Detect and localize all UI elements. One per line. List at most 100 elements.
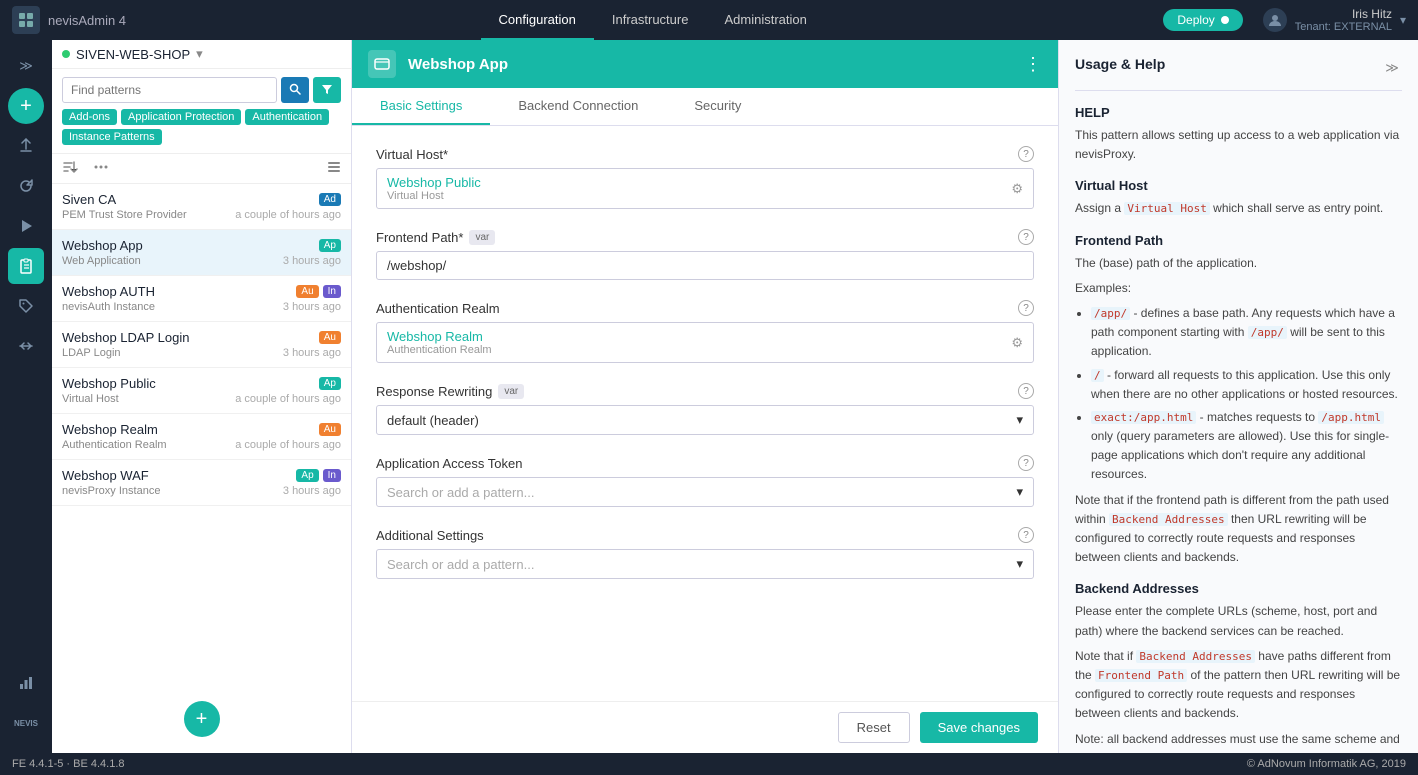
pattern-time: 3 hours ago [283,347,341,359]
auth-realm-gear-icon[interactable]: ⚙ [1011,335,1023,351]
frontend-path-label: Frontend Path* [376,230,463,245]
patterns-search [62,77,341,103]
tab-basic-settings[interactable]: Basic Settings [352,88,490,125]
auth-realm-link[interactable]: Webshop Realm [387,329,483,344]
nav-tab-configuration[interactable]: Configuration [481,0,594,40]
response-rewriting-select[interactable]: default (header) ▾ [376,405,1034,435]
help-frontend-path-content: The (base) path of the application. [1075,254,1402,273]
help-expand-button[interactable]: ≫ [1382,58,1402,78]
pattern-name: Webshop Public [62,376,156,391]
pattern-badge-in: In [323,469,341,482]
pattern-time: a couple of hours ago [235,209,341,221]
tab-security[interactable]: Security [666,88,769,125]
deploy-label: Deploy [1177,13,1214,27]
list-item[interactable]: Webshop LDAP Login Au LDAP Login 3 hours… [52,322,351,368]
var-badge-2: var [498,384,524,399]
nav-tabs: Configuration Infrastructure Administrat… [162,0,1143,40]
top-nav: nevisAdmin 4 Configuration Infrastructur… [0,0,1418,40]
nav-tab-administration[interactable]: Administration [706,0,824,40]
dropdown-chevron-icon: ▾ [1016,412,1023,428]
response-rewriting-label: Response Rewriting [376,384,492,399]
auth-realm-help-icon[interactable]: ? [1018,300,1034,316]
pattern-name: Webshop WAF [62,468,149,483]
virtual-host-label: Virtual Host* [376,147,448,162]
additional-settings-select[interactable]: Search or add a pattern... ▾ [376,549,1034,579]
pattern-badge-au: Au [319,331,341,344]
upload-icon[interactable] [8,128,44,164]
add-pattern-button[interactable]: + [184,701,220,737]
tag-addons[interactable]: Add-ons [62,109,117,125]
virtual-host-help-icon[interactable]: ? [1018,146,1034,162]
auth-realm-label: Authentication Realm [376,301,500,316]
chart-icon[interactable] [8,665,44,701]
virtual-host-field: Virtual Host* ? Webshop Public Virtual H… [376,146,1034,209]
list-view-icon[interactable] [327,160,341,177]
patterns-toolbar [52,154,351,184]
access-token-help-icon[interactable]: ? [1018,455,1034,471]
sort-icon[interactable] [62,159,78,178]
dropdown-chevron-icon-3: ▾ [1016,556,1023,572]
deploy-button[interactable]: Deploy [1163,9,1242,31]
frontend-path-help-icon[interactable]: ? [1018,229,1034,245]
help-section-title: HELP [1075,105,1402,120]
user-dropdown-icon[interactable]: ▾ [1400,13,1406,27]
patterns-panel: SIVEN-WEB-SHOP ▾ Add-ons Application Pro… [52,40,352,753]
left-right-icon[interactable] [8,328,44,364]
list-item[interactable]: Webshop Public Ap Virtual Host a couple … [52,368,351,414]
help-panel: Usage & Help ≫ HELP This pattern allows … [1058,40,1418,753]
add-button[interactable]: + [8,88,44,124]
siven-header: SIVEN-WEB-SHOP ▾ [52,40,351,69]
help-virtual-host-title: Virtual Host [1075,178,1402,193]
response-rewriting-help-icon[interactable]: ? [1018,383,1034,399]
list-item[interactable]: Webshop Realm Au Authentication Realm a … [52,414,351,460]
help-intro: This pattern allows setting up access to… [1075,126,1402,164]
access-token-select[interactable]: Search or add a pattern... ▾ [376,477,1034,507]
list-item[interactable]: Webshop App Ap Web Application 3 hours a… [52,230,351,276]
more-options-icon[interactable] [94,160,108,177]
var-badge: var [469,230,495,245]
pattern-type: Authentication Realm [62,439,167,451]
pattern-time: a couple of hours ago [235,393,341,405]
virtual-host-gear-icon[interactable]: ⚙ [1011,181,1023,197]
pattern-type: LDAP Login [62,347,121,359]
tag-app-protection[interactable]: Application Protection [121,109,241,125]
auth-realm-input[interactable]: Webshop Realm Authentication Realm ⚙ [376,322,1034,363]
list-item[interactable]: Webshop WAF Ap In nevisProxy Instance 3 … [52,460,351,506]
patterns-header: Add-ons Application Protection Authentic… [52,69,351,154]
tag-icon[interactable] [8,288,44,324]
reset-button[interactable]: Reset [838,712,910,743]
config-header: Webshop App ⋮ [352,40,1058,88]
help-example-1: /app/ - defines a base path. Any request… [1091,304,1402,362]
frontend-path-input[interactable] [376,251,1034,280]
list-item[interactable]: Webshop AUTH Au In nevisAuth Instance 3 … [52,276,351,322]
pattern-time: a couple of hours ago [235,439,341,451]
main-layout: ≫ + NEVIS SIVEN-WEB-SHOP ▾ [0,40,1418,753]
pattern-type: Virtual Host [62,393,119,405]
search-input[interactable] [62,77,277,103]
pattern-name: Siven CA [62,192,116,207]
nevis-logo: NEVIS [8,705,44,741]
filter-button[interactable] [313,77,341,103]
pattern-type: PEM Trust Store Provider [62,209,187,221]
nav-tab-infrastructure[interactable]: Infrastructure [594,0,707,40]
save-button[interactable]: Save changes [920,712,1038,743]
help-backend-addresses-title: Backend Addresses [1075,581,1402,596]
virtual-host-input[interactable]: Webshop Public Virtual Host ⚙ [376,168,1034,209]
search-button[interactable] [281,77,309,103]
clipboard-icon[interactable] [8,248,44,284]
additional-settings-help-icon[interactable]: ? [1018,527,1034,543]
refresh-icon[interactable] [8,168,44,204]
siven-dropdown-icon[interactable]: ▾ [196,46,203,62]
virtual-host-link[interactable]: Webshop Public [387,175,481,190]
tag-instance-patterns[interactable]: Instance Patterns [62,129,162,145]
config-menu-button[interactable]: ⋮ [1024,54,1042,75]
help-backend-addresses-content: Please enter the complete URLs (scheme, … [1075,602,1402,640]
tab-backend-connection[interactable]: Backend Connection [490,88,666,125]
expand-sidebar-button[interactable]: ≫ [8,48,44,84]
access-token-placeholder: Search or add a pattern... [387,485,534,500]
play-icon[interactable] [8,208,44,244]
user-avatar-icon [1263,8,1287,32]
tag-authentication[interactable]: Authentication [245,109,329,125]
additional-settings-label: Additional Settings [376,528,484,543]
list-item[interactable]: Siven CA Ad PEM Trust Store Provider a c… [52,184,351,230]
